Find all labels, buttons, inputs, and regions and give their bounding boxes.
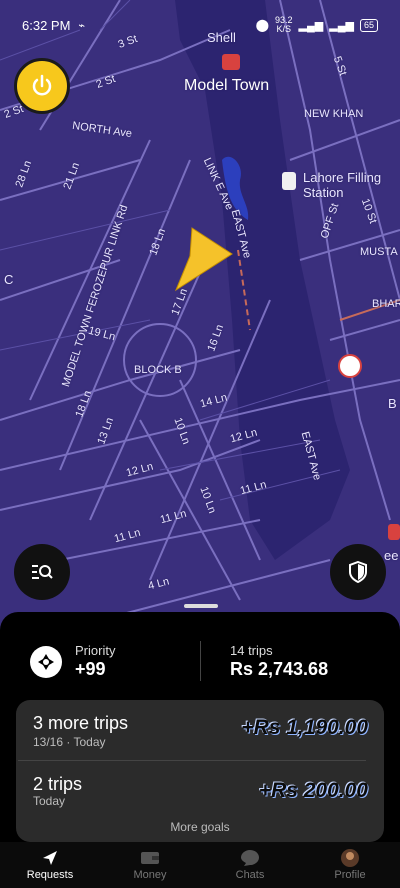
search-list-button[interactable] — [14, 544, 70, 600]
map-label-lahore-filling: Lahore Filling — [303, 170, 382, 185]
go-online-button[interactable] — [14, 58, 70, 114]
priority-label: Priority — [75, 643, 116, 658]
map-label-bhar: BHAR — [372, 298, 400, 310]
nav-profile[interactable]: Profile — [300, 842, 400, 888]
goal-sub-2: Today — [33, 794, 66, 808]
chat-bubble-icon — [240, 849, 260, 867]
map-label-musta: MUSTA — [360, 246, 398, 258]
signal-icon: ▂▄▆ — [298, 19, 324, 32]
cast-icon: ⌁ — [78, 19, 86, 32]
map-label-model-town: Model Town — [184, 77, 270, 94]
nav-chats[interactable]: Chats — [200, 842, 300, 888]
goal-amount-1: +Rs 1,190.00 — [241, 716, 368, 739]
goal-sub-1: 13/16 · Today — [33, 735, 106, 749]
network-speed-unit: K/S — [276, 24, 292, 34]
priority-value: +99 — [75, 659, 106, 679]
goal-amount-2: +Rs 200.00 — [258, 779, 368, 802]
map-label-ee: ee — [384, 548, 399, 563]
nav-requests[interactable]: Requests — [0, 842, 100, 888]
status-bar: 6:32 PM ⌁ ⬤ 93.2 K/S ▂▄▆ ▂▄▆ 65 — [0, 0, 400, 50]
bottom-nav: Requests Money Chats Profile — [0, 842, 400, 888]
map-label-c: C — [4, 272, 14, 287]
current-location-arrow — [174, 227, 233, 292]
map-label-b: B — [388, 396, 397, 411]
safety-button[interactable] — [330, 544, 386, 600]
navigation-arrow-icon — [40, 849, 60, 867]
nav-label-profile: Profile — [334, 869, 366, 881]
map-label-new-khan: NEW KHAN — [304, 108, 364, 120]
goals-divider — [18, 760, 366, 761]
map-label-station: Station — [303, 185, 344, 200]
avatar — [340, 849, 360, 867]
priority-icon — [30, 646, 62, 678]
nav-label-requests: Requests — [26, 869, 74, 881]
location-icon: ⬤ — [255, 18, 270, 32]
signal-icon-2: ▂▄▆ — [329, 19, 354, 32]
status-time: 6:32 PM — [22, 17, 71, 33]
nav-label-chats: Chats — [235, 869, 265, 881]
earnings-value[interactable]: Rs 2,743.68 — [230, 659, 328, 680]
stats-divider — [200, 641, 201, 681]
status-icons: ⬤ 93.2 K/S ▂▄▆ ▂▄▆ 65 — [256, 16, 378, 34]
list-search-icon — [32, 565, 53, 579]
nav-label-money: Money — [133, 869, 167, 881]
goal-title-1: 3 more trips — [33, 713, 129, 733]
nav-money[interactable]: Money — [100, 842, 200, 888]
battery-level: 65 — [359, 18, 378, 32]
sheet-drag-handle[interactable] — [184, 604, 218, 608]
more-goals-link[interactable]: More goals — [0, 820, 400, 834]
goal-title-2: 2 trips — [33, 774, 83, 794]
map-label-block-b: BLOCK B — [134, 364, 182, 376]
shield-icon — [349, 561, 367, 583]
trips-label: 14 trips — [230, 643, 273, 658]
power-icon — [32, 74, 52, 96]
wallet-icon — [140, 849, 160, 867]
